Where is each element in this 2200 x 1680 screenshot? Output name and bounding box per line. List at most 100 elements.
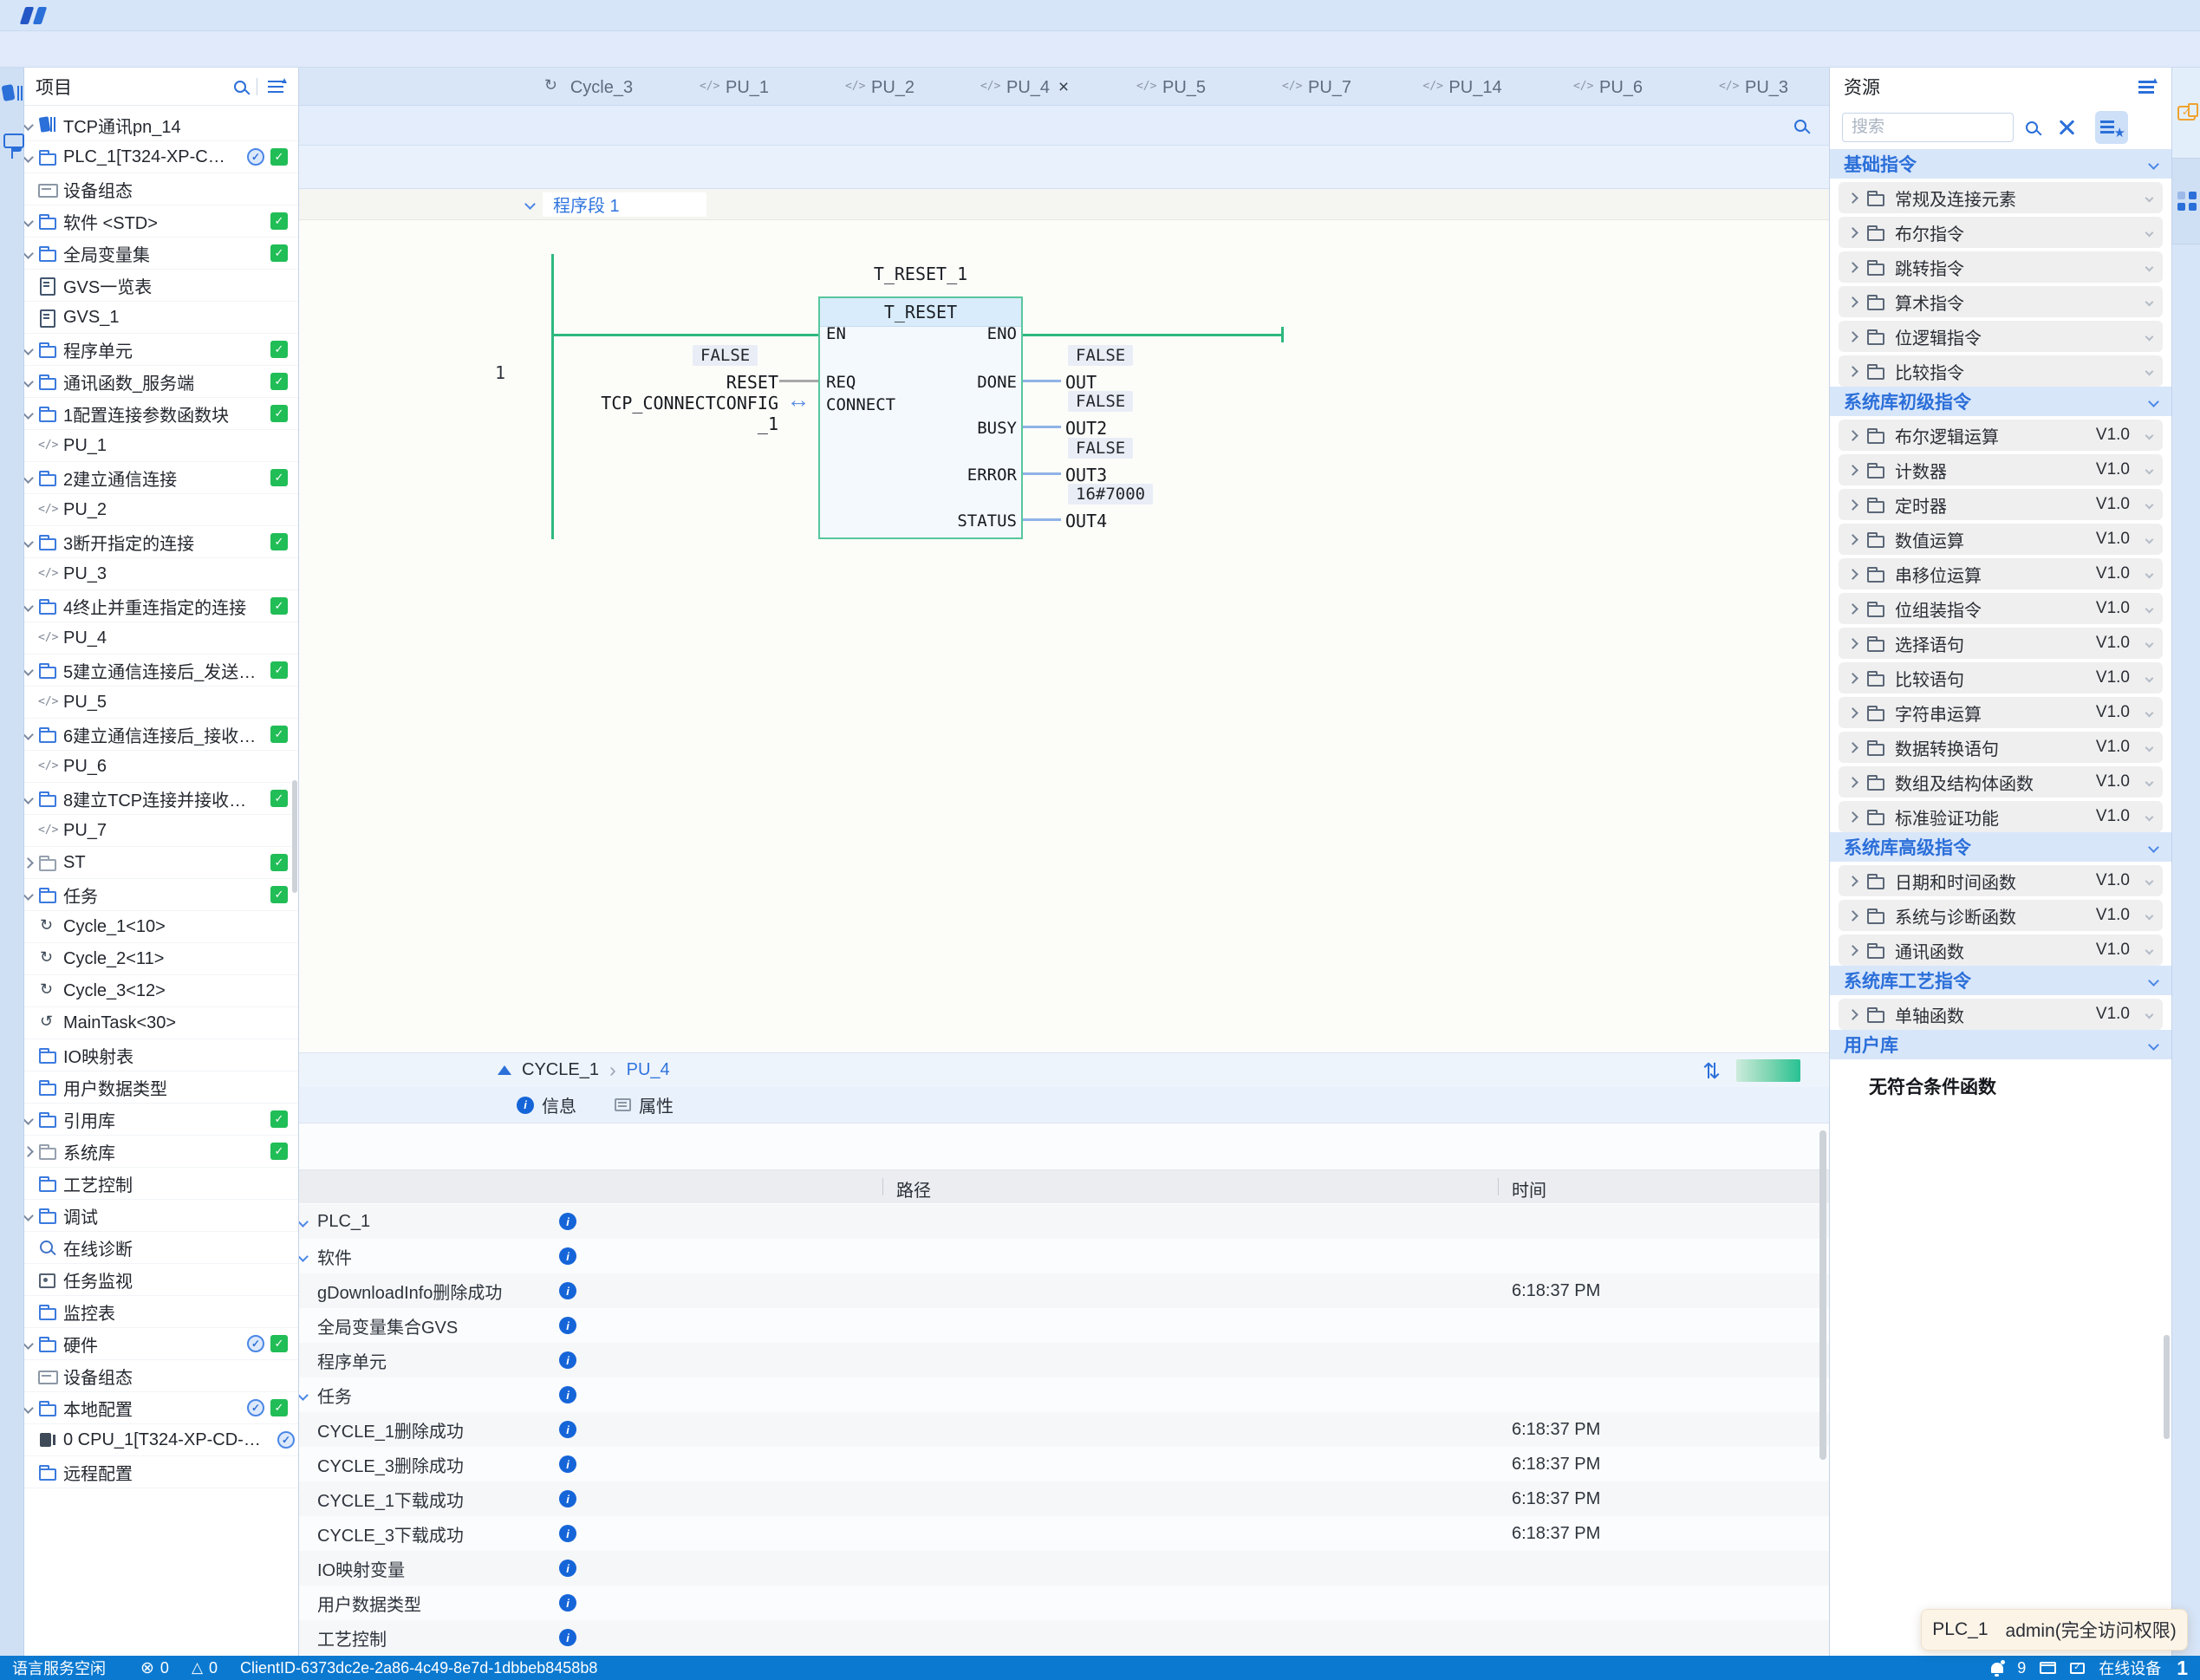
chevron-icon[interactable]	[24, 1403, 34, 1414]
table-row[interactable]: CYCLE_3删除成功 6:18:37 PM	[299, 1447, 1829, 1481]
tree-item-software[interactable]: 软件 <STD>	[24, 205, 298, 238]
resource-item[interactable]: 系统与诊断函数 V1.0	[1839, 900, 2163, 931]
subtab-download[interactable]	[706, 1159, 854, 1169]
network-list-icon[interactable]	[953, 112, 982, 140]
insert-empty-box-icon[interactable]	[570, 154, 596, 180]
chevron-right-icon[interactable]	[1847, 876, 1858, 887]
chevron-icon[interactable]	[24, 665, 34, 676]
chevron-icon[interactable]	[24, 601, 34, 612]
tree-item-hw-device-config[interactable]: 设备组态	[24, 1360, 298, 1392]
resource-item[interactable]: 串移位运算 V1.0	[1839, 558, 2163, 589]
download-network-icon[interactable]	[1244, 112, 1273, 140]
compare-icon[interactable]	[1702, 1058, 1721, 1084]
tree-item-folder4[interactable]: 4终止并重连指定的连接	[24, 590, 298, 622]
tree-item-hardware[interactable]: 硬件	[24, 1328, 298, 1360]
chevron-icon[interactable]	[24, 120, 34, 131]
resource-item[interactable]: 布尔指令	[1839, 217, 2163, 248]
resource-item[interactable]: 比较指令	[1839, 355, 2163, 387]
tree-item-cycle1[interactable]: Cycle_1<10>	[24, 911, 298, 943]
tree-item-pu7[interactable]: PU_7	[24, 815, 298, 847]
library-blocks-icon[interactable]	[2172, 158, 2200, 244]
chevron-icon[interactable]	[299, 1216, 309, 1227]
tree-item-debug[interactable]: 调试	[24, 1200, 298, 1232]
resource-item[interactable]: 通讯函数 V1.0	[1839, 934, 2163, 966]
editor-search-icon[interactable]	[1794, 120, 1806, 132]
pin-error[interactable]: ERROR	[862, 466, 1017, 485]
coil-negated-icon[interactable]	[875, 154, 901, 180]
tree-item-plc1[interactable]: PLC_1[T324-XP-CD-10]	[24, 141, 298, 173]
network-label[interactable]: 程序段 1	[543, 192, 706, 217]
tree-item-pu4-selected[interactable]: PU_4	[24, 622, 298, 654]
pin-done[interactable]: DONE	[862, 373, 1017, 392]
download-to-device-icon[interactable]	[380, 36, 411, 63]
resource-item[interactable]: 单轴函数 V1.0	[1839, 999, 2163, 1030]
pin-busy[interactable]: BUSY	[862, 419, 1017, 438]
toggle-view-icon[interactable]	[1794, 154, 1820, 180]
tab-pu6[interactable]: PU_6	[1535, 70, 1681, 105]
chevron-right-icon[interactable]	[1847, 638, 1858, 649]
chevron-down-icon[interactable]	[2148, 159, 2159, 170]
resource-item[interactable]: 选择语句 V1.0	[1839, 628, 2163, 659]
section-header[interactable]: 用户库	[1830, 1030, 2171, 1059]
chevron-down-icon[interactable]	[524, 199, 536, 210]
tab-pu2[interactable]: PU_2	[807, 70, 953, 105]
resource-item[interactable]: 常规及连接元素	[1839, 182, 2163, 213]
version-dropdown-icon[interactable]	[2145, 946, 2154, 954]
chevron-icon[interactable]	[299, 1390, 309, 1401]
divider[interactable]	[605, 36, 636, 63]
tree-item-project-root[interactable]: TCP通讯pn_14	[24, 109, 298, 141]
import-network-icon[interactable]	[661, 112, 691, 140]
nav-next-icon[interactable]	[1720, 154, 1746, 180]
favorites-icon[interactable]	[1147, 112, 1176, 140]
resource-item[interactable]: 标准验证功能 V1.0	[1839, 801, 2163, 832]
tree-item-folder5[interactable]: 5建立通信连接后_发送数据	[24, 654, 298, 687]
divider[interactable]	[740, 36, 771, 63]
chevron-icon[interactable]	[24, 793, 34, 804]
clean-icon[interactable]	[335, 36, 366, 63]
resource-item[interactable]: 定时器 V1.0	[1839, 489, 2163, 520]
chevron-right-icon[interactable]	[1847, 945, 1858, 956]
table-scrollbar[interactable]	[1819, 1130, 1826, 1460]
tree-item-pu6[interactable]: PU_6	[24, 751, 298, 783]
version-dropdown-icon[interactable]	[2145, 193, 2154, 202]
resource-item[interactable]: 布尔逻辑运算 V1.0	[1839, 420, 2163, 451]
resource-item[interactable]: 日期和时间函数 V1.0	[1839, 865, 2163, 896]
sort-icon[interactable]	[2138, 79, 2158, 94]
table-row[interactable]: CYCLE_3下载成功 6:18:37 PM	[299, 1516, 1829, 1551]
block-instance-name[interactable]: T_RESET_1	[818, 264, 1023, 284]
resource-item[interactable]: 字符串运算 V1.0	[1839, 697, 2163, 728]
resource-item[interactable]: 计数器 V1.0	[1839, 454, 2163, 485]
close-icon[interactable]: ×	[1057, 77, 1071, 98]
section-header[interactable]: 系统库高级指令	[1830, 832, 2171, 862]
go-online-icon[interactable]	[560, 36, 591, 63]
chevron-icon[interactable]	[24, 1146, 34, 1157]
panel-toggle-icon[interactable]	[2040, 1662, 2056, 1674]
operand-connect-line1[interactable]: TCP_CONNECTCONFIG	[524, 393, 778, 413]
version-dropdown-icon[interactable]	[2145, 500, 2154, 509]
chevron-icon[interactable]	[299, 1251, 309, 1262]
tree-item-program-units[interactable]: 程序单元	[24, 334, 298, 366]
chevron-right-icon[interactable]	[1847, 192, 1858, 204]
version-dropdown-icon[interactable]	[2145, 674, 2154, 682]
cross-reference-icon[interactable]	[785, 36, 817, 63]
tree-item-watch-table[interactable]: 监控表	[24, 1296, 298, 1328]
redo-icon[interactable]	[199, 36, 231, 63]
search-icon[interactable]	[2026, 121, 2038, 133]
comment-icon[interactable]	[1001, 112, 1031, 140]
tree-item-folder6[interactable]: 6建立通信连接后_接收数据	[24, 719, 298, 751]
chevron-right-icon[interactable]	[1847, 742, 1858, 753]
upload-from-device-icon[interactable]	[425, 36, 456, 63]
device-view-icon[interactable]	[2172, 68, 2200, 158]
tree-item-folder3[interactable]: 3断开指定的连接	[24, 526, 298, 558]
breadcrumb-task[interactable]: CYCLE_1	[522, 1060, 599, 1080]
section-header[interactable]: 基础指令	[1830, 149, 2171, 179]
version-dropdown-icon[interactable]	[2145, 332, 2154, 341]
nav-last-icon[interactable]	[1757, 154, 1783, 180]
table-row[interactable]: 程序单元	[299, 1343, 1829, 1377]
export-network-icon[interactable]	[710, 112, 739, 140]
version-dropdown-icon[interactable]	[2145, 778, 2154, 786]
device-stop-icon[interactable]	[695, 36, 726, 63]
version-dropdown-icon[interactable]	[2145, 431, 2154, 440]
tree-item-gvs-list[interactable]: GVS一览表	[24, 270, 298, 302]
coil-icon[interactable]	[837, 154, 863, 180]
